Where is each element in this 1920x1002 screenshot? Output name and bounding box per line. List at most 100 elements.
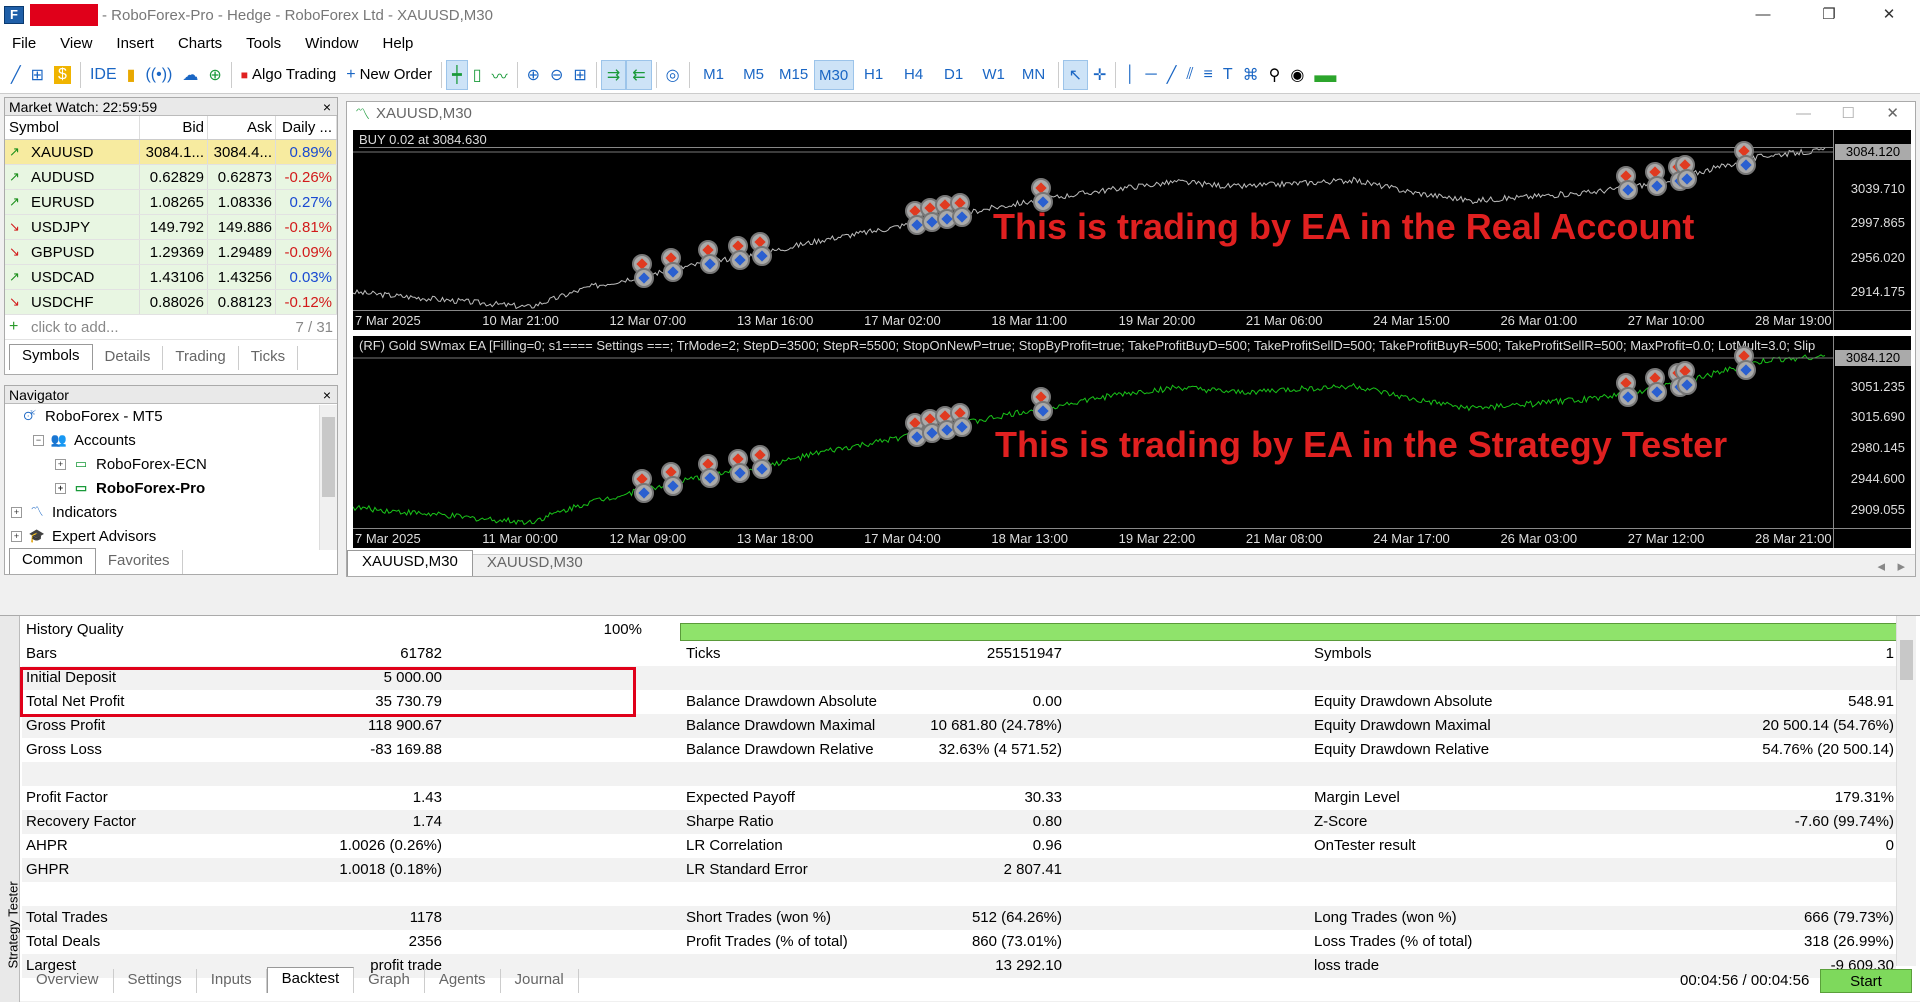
menu-help[interactable]: Help — [371, 35, 426, 52]
market-watch-row[interactable]: ↗ EURUSD 1.08265 1.08336 0.27% — [5, 190, 337, 215]
close-chart-button[interactable]: ✕ — [1886, 104, 1899, 122]
account-button[interactable]: ◉ — [1285, 60, 1309, 90]
menu-charts[interactable]: Charts — [166, 35, 234, 52]
market-watch-row[interactable]: ↗ AUDUSD 0.62829 0.62873 -0.26% — [5, 165, 337, 190]
cursor-button[interactable]: ↖ — [1062, 59, 1088, 90]
tab-symbols[interactable]: Symbols — [9, 344, 93, 370]
tile-button[interactable]: ⊞ — [568, 60, 591, 90]
minimize-button[interactable]: — — [1740, 2, 1786, 28]
menu-window[interactable]: Window — [293, 35, 370, 52]
tab-trading[interactable]: Trading — [163, 346, 239, 370]
navigator-item[interactable]: − 👥 Accounts — [11, 428, 337, 452]
tester-scrollbar[interactable] — [1896, 616, 1916, 966]
text-button[interactable]: T — [1218, 60, 1238, 90]
navigator-scrollbar[interactable] — [319, 405, 337, 550]
market-button[interactable]: $ — [49, 60, 76, 90]
horizontal-line-button[interactable]: ─ — [1140, 60, 1161, 90]
expand-icon[interactable]: − — [33, 434, 44, 446]
new-order-button[interactable]: + New Order — [341, 60, 437, 90]
maximize-chart-button[interactable]: ☐ — [1842, 104, 1855, 122]
timeframe-w1[interactable]: W1 — [974, 60, 1014, 90]
chart-type-button[interactable]: ╱ — [6, 60, 26, 90]
timeframe-h1[interactable]: H1 — [854, 60, 894, 90]
expand-icon[interactable]: + — [55, 458, 66, 470]
market-watch-row[interactable]: ↘ USDCHF 0.88026 0.88123 -0.12% — [5, 290, 337, 315]
strategy-tester-chart[interactable]: (RF) Gold SWmax EA [Filling=0; s1==== Se… — [353, 336, 1911, 548]
col-daily-change[interactable]: Daily ... — [276, 116, 337, 139]
col-ask[interactable]: Ask — [208, 116, 276, 139]
navigator-item[interactable]: + ▭ RoboForex-Pro — [11, 476, 337, 500]
shapes-button[interactable]: ⌘ — [1238, 60, 1264, 90]
tab-favorites[interactable]: Favorites — [96, 550, 183, 574]
market-watch-row[interactable]: ↘ GBPUSD 1.29369 1.29489 -0.09% — [5, 240, 337, 265]
navigator-item[interactable]: 🜚 RoboForex - MT5 — [11, 404, 337, 428]
menu-insert[interactable]: Insert — [104, 35, 166, 52]
col-symbol[interactable]: Symbol — [5, 116, 140, 139]
algo-trading-button[interactable]: ■ Algo Trading — [236, 60, 341, 90]
scroll-thumb[interactable] — [322, 417, 335, 497]
channel-button[interactable]: ⫽ — [1181, 60, 1198, 90]
lock-button[interactable]: ▮ — [122, 60, 141, 90]
menu-tools[interactable]: Tools — [234, 35, 293, 52]
navigator-item[interactable]: + ▭ RoboForex-ECN — [11, 452, 337, 476]
fibo-button[interactable]: ≡ — [1199, 60, 1218, 90]
tab-ticks[interactable]: Ticks — [239, 346, 299, 370]
tab-common[interactable]: Common — [9, 548, 96, 574]
scroll-left-icon[interactable]: ◂ — [1877, 557, 1885, 575]
crosshair-button[interactable]: ✛ — [1088, 60, 1111, 90]
tab-inputs[interactable]: Inputs — [197, 969, 267, 993]
trendline-button[interactable]: ╱ — [1162, 60, 1182, 90]
signals-button[interactable]: ((•)) — [140, 60, 177, 90]
ide-button[interactable]: IDE — [85, 60, 122, 90]
zoom-in-button[interactable]: ⊕ — [522, 60, 545, 90]
timeframe-m15[interactable]: M15 — [774, 60, 814, 90]
search-button[interactable]: ⚲ — [1264, 60, 1286, 90]
scroll-right-icon[interactable]: ▸ — [1897, 557, 1905, 575]
menu-file[interactable]: File — [0, 35, 48, 52]
market-watch-row[interactable]: ↗ USDCAD 1.43106 1.43256 0.03% — [5, 265, 337, 290]
timeframe-d1[interactable]: D1 — [934, 60, 974, 90]
market-watch-row[interactable]: ↘ USDJPY 149.792 149.886 -0.81% — [5, 215, 337, 240]
tab-chart-1[interactable]: XAUUSD,M30 — [347, 550, 473, 576]
expand-icon[interactable]: + — [55, 482, 66, 494]
tab-details[interactable]: Details — [93, 346, 164, 370]
navigator-item[interactable]: + 🎓 Expert Advisors — [11, 524, 337, 546]
vps-button[interactable]: ☁ — [177, 60, 203, 90]
timeframe-m5[interactable]: M5 — [734, 60, 774, 90]
tab-journal[interactable]: Journal — [501, 969, 579, 993]
scroll-thumb[interactable] — [1900, 640, 1913, 680]
screenshot-button[interactable]: ◎ — [661, 60, 685, 90]
tab-chart-2[interactable]: XAUUSD,M30 — [473, 552, 597, 576]
tab-backtest[interactable]: Backtest — [266, 967, 355, 993]
minimize-chart-button[interactable]: — — [1796, 105, 1811, 122]
tab-agents[interactable]: Agents — [425, 969, 501, 993]
start-button[interactable]: Start — [1820, 969, 1912, 993]
close-button[interactable]: ✕ — [1866, 2, 1912, 28]
chart-shift-button[interactable]: ⇇ — [626, 59, 652, 90]
tab-settings[interactable]: Settings — [114, 969, 197, 993]
tab-overview[interactable]: Overview — [22, 969, 114, 993]
templates-button[interactable]: ⊞ — [26, 60, 49, 90]
timeframe-m1[interactable]: M1 — [694, 60, 734, 90]
maximize-button[interactable]: ❐ — [1806, 2, 1852, 28]
zoom-out-button[interactable]: ⊖ — [545, 60, 568, 90]
vertical-line-button[interactable]: │ — [1120, 60, 1140, 90]
real-account-chart[interactable]: BUY 0.02 at 3084.630 This is trading by … — [353, 130, 1911, 330]
candle-chart-button[interactable]: ▯ — [468, 60, 487, 90]
navigator-item[interactable]: + 〽 Indicators — [11, 500, 337, 524]
expand-icon[interactable]: + — [11, 530, 22, 542]
timeframe-h4[interactable]: H4 — [894, 60, 934, 90]
menu-view[interactable]: View — [48, 35, 104, 52]
tab-graph[interactable]: Graph — [354, 969, 425, 993]
col-bid[interactable]: Bid — [140, 116, 208, 139]
expand-icon[interactable]: + — [11, 506, 22, 518]
market-watch-row[interactable]: ↗ XAUUSD 3084.1... 3084.4... 0.89% — [5, 140, 337, 165]
bar-chart-button[interactable]: ┿ — [446, 59, 468, 90]
timeframe-m30[interactable]: M30 — [813, 59, 854, 90]
add-symbol-row[interactable]: + click to add... 7 / 31 — [5, 315, 337, 340]
community-button[interactable]: ⊕ — [203, 60, 226, 90]
close-icon[interactable]: × — [323, 386, 331, 404]
autoscroll-button[interactable]: ⇉ — [600, 59, 627, 90]
timeframe-mn[interactable]: MN — [1014, 60, 1054, 90]
close-icon[interactable]: × — [323, 98, 331, 116]
